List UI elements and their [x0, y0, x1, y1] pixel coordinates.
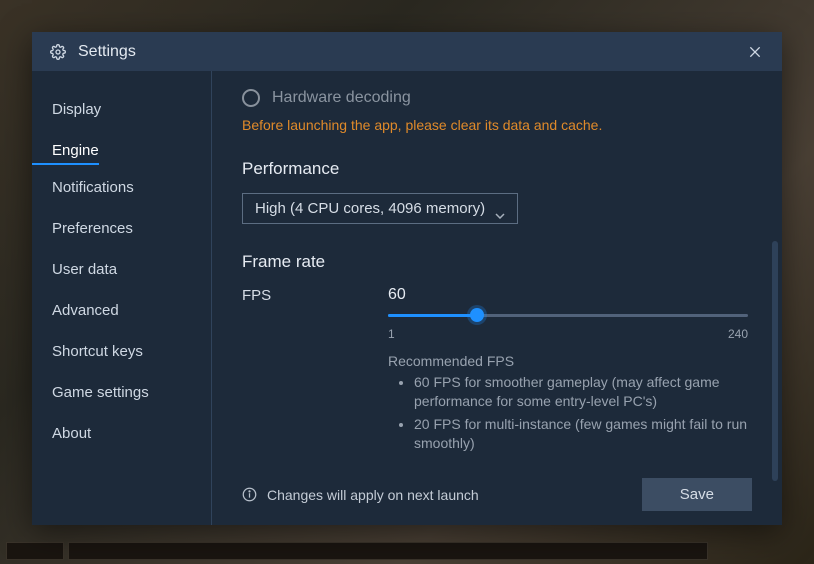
warning-text: Before launching the app, please clear i…	[242, 117, 752, 133]
titlebar: Settings	[32, 32, 782, 71]
scrollbar[interactable]	[772, 241, 778, 481]
sidebar-item-preferences[interactable]: Preferences	[32, 210, 133, 247]
chevron-down-icon	[495, 206, 505, 212]
fps-slider-max: 240	[728, 327, 748, 341]
fps-label: FPS	[242, 286, 388, 304]
sidebar-item-display[interactable]: Display	[32, 91, 101, 128]
fps-value: 60	[388, 286, 748, 304]
sidebar-item-engine[interactable]: Engine	[32, 132, 99, 165]
frame-rate-title: Frame rate	[242, 252, 752, 272]
fps-slider-fill	[388, 314, 477, 317]
recommended-fps-item: 20 FPS for multi-instance (few games mig…	[414, 415, 748, 453]
sidebar-item-shortcut-keys[interactable]: Shortcut keys	[32, 333, 143, 370]
thumbnail	[68, 542, 708, 560]
recommended-fps-title: Recommended FPS	[388, 353, 748, 369]
performance-title: Performance	[242, 159, 752, 179]
sidebar-item-advanced[interactable]: Advanced	[32, 292, 119, 329]
save-button[interactable]: Save	[642, 478, 752, 511]
performance-select[interactable]: High (4 CPU cores, 4096 memory)	[242, 193, 518, 224]
footer-notice: Changes will apply on next launch	[267, 487, 479, 503]
sidebar-item-game-settings[interactable]: Game settings	[32, 374, 149, 411]
sidebar-item-user-data[interactable]: User data	[32, 251, 117, 288]
content-panel: Hardware decoding Before launching the a…	[212, 71, 782, 525]
close-icon[interactable]	[746, 43, 764, 61]
hardware-decoding-label: Hardware decoding	[272, 89, 411, 107]
sidebar-item-about[interactable]: About	[32, 415, 91, 452]
fps-slider-min: 1	[388, 327, 395, 341]
window-title: Settings	[78, 43, 136, 61]
background-thumbnails	[6, 542, 708, 560]
thumbnail	[6, 542, 64, 560]
fps-slider-thumb[interactable]	[470, 308, 484, 322]
hardware-decoding-row[interactable]: Hardware decoding	[242, 89, 752, 107]
settings-modal: Settings Display Engine Notifications Pr…	[32, 32, 782, 525]
fps-slider[interactable]	[388, 314, 748, 317]
sidebar-item-notifications[interactable]: Notifications	[32, 169, 134, 206]
gear-icon	[50, 44, 66, 60]
recommended-fps-item: 60 FPS for smoother gameplay (may affect…	[414, 373, 748, 411]
footer: Changes will apply on next launch Save	[242, 478, 752, 511]
info-icon	[242, 487, 257, 502]
sidebar: Display Engine Notifications Preferences…	[32, 71, 212, 525]
performance-select-value: High (4 CPU cores, 4096 memory)	[255, 200, 485, 217]
radio-icon[interactable]	[242, 89, 260, 107]
